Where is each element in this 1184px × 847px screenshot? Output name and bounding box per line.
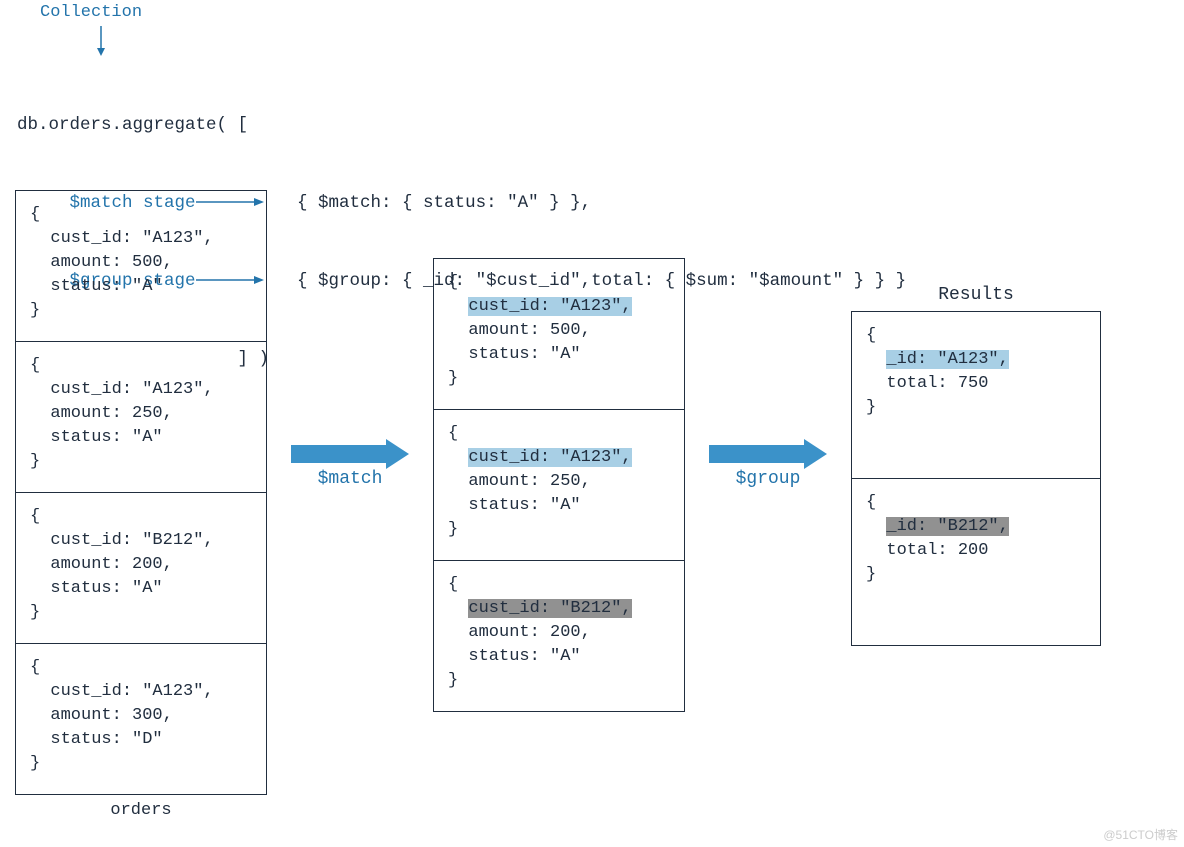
watermark: @51CTO博客 bbox=[1103, 826, 1178, 843]
match-doc-3: { cust_id: "B212", amount: 200, status: … bbox=[433, 560, 685, 712]
match-column: { cust_id: "A123", amount: 500, status: … bbox=[433, 258, 685, 712]
orders-doc-2: { cust_id: "A123", amount: 250, status: … bbox=[15, 341, 267, 492]
match-doc-2: { cust_id: "A123", amount: 250, status: … bbox=[433, 409, 685, 560]
match-doc-1: { cust_id: "A123", amount: 500, status: … bbox=[433, 258, 685, 409]
pipeline-arrow-icon bbox=[709, 439, 827, 469]
collection-label: Collection bbox=[40, 3, 142, 22]
pipeline-diagram: { cust_id: "A123", amount: 500, status: … bbox=[15, 190, 1101, 820]
orders-doc-3: { cust_id: "B212", amount: 200, status: … bbox=[15, 492, 267, 643]
pipeline-arrow-icon bbox=[291, 439, 409, 469]
results-label: Results bbox=[851, 285, 1101, 305]
group-arrow-label: $group bbox=[736, 469, 801, 489]
result-doc-1: { _id: "A123", total: 750 } bbox=[851, 311, 1101, 478]
orders-label: orders bbox=[15, 801, 267, 820]
orders-doc-4: { cust_id: "A123", amount: 300, status: … bbox=[15, 643, 267, 795]
group-arrow-container: $group bbox=[709, 439, 827, 491]
orders-column: { cust_id: "A123", amount: 500, status: … bbox=[15, 190, 267, 820]
match-arrow-container: $match bbox=[291, 439, 409, 491]
code-line-1: db.orders.aggregate( [ bbox=[17, 112, 906, 138]
arrow-down-icon bbox=[94, 26, 108, 56]
match-arrow-label: $match bbox=[318, 469, 383, 489]
orders-doc-1: { cust_id: "A123", amount: 500, status: … bbox=[15, 190, 267, 341]
result-doc-2: { _id: "B212", total: 200 } bbox=[851, 478, 1101, 646]
results-column: Results { _id: "A123", total: 750 } { _i… bbox=[851, 285, 1101, 646]
